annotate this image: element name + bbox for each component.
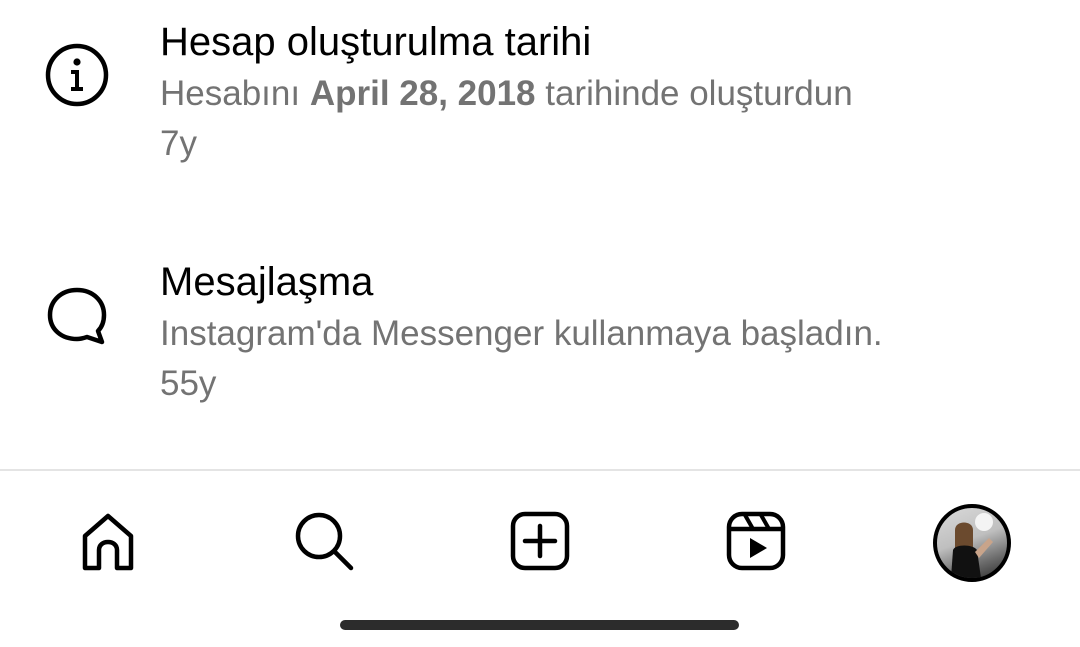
home-indicator-bar [340,620,739,630]
activity-description: Hesabını April 28, 2018 tarihinde oluştu… [160,74,853,113]
nav-home-button[interactable] [68,503,148,583]
account-created-date: April 28, 2018 [309,74,536,113]
nav-reels-button[interactable] [716,503,796,583]
create-post-icon [507,508,573,579]
info-icon [44,42,110,108]
nav-search-button[interactable] [284,503,364,583]
activity-title: Mesajlaşma [160,260,374,304]
activity-title: Hesap oluşturulma tarihi [160,20,592,64]
nav-create-button[interactable] [500,503,580,583]
activity-time: 55y [160,364,217,403]
activity-description: Instagram'da Messenger kullanmaya başlad… [160,314,883,353]
home-icon [75,508,141,579]
reels-icon [723,508,789,579]
nav-profile-button[interactable] [932,503,1012,583]
search-icon [291,508,357,579]
message-bubble-icon [44,284,110,350]
activity-time: 7y [160,124,197,163]
profile-avatar [933,504,1011,582]
